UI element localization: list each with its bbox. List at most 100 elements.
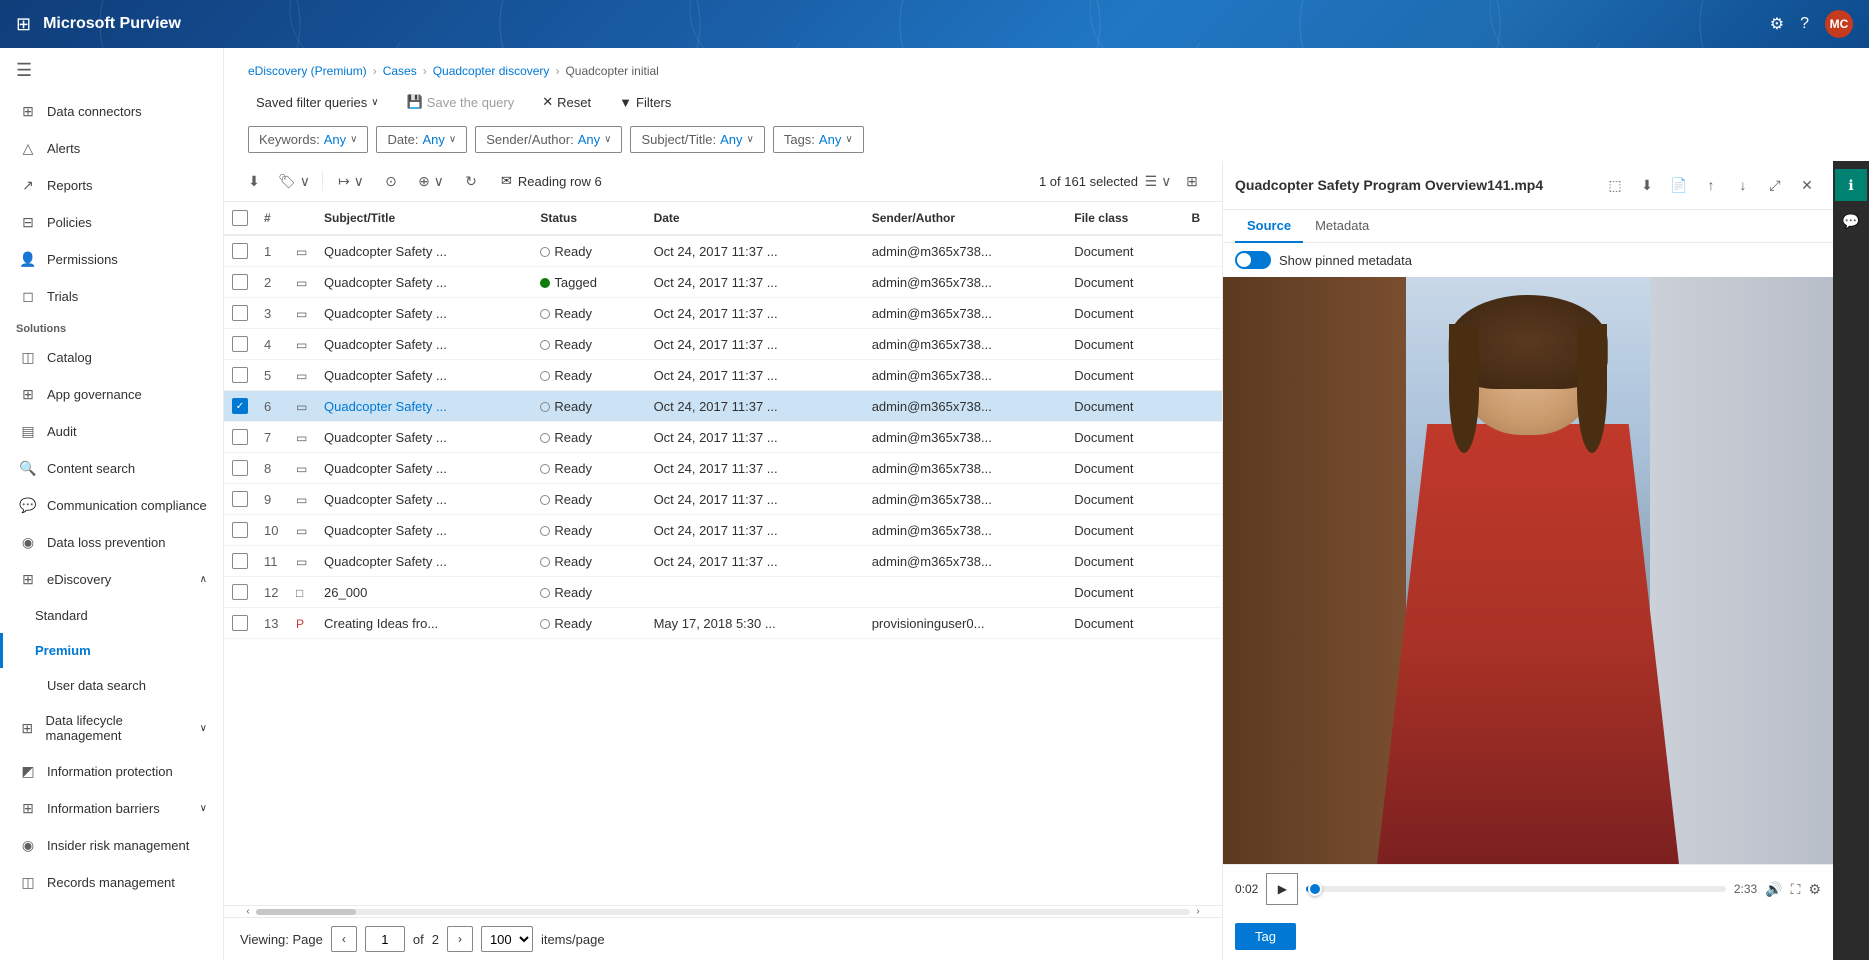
date-col-header[interactable]: Date: [646, 202, 864, 235]
row-title[interactable]: Quadcopter Safety ...: [316, 391, 532, 422]
row-title[interactable]: Quadcopter Safety ...: [316, 329, 532, 360]
tag-action-icon[interactable]: 🏷 ∨: [276, 167, 312, 195]
row-title[interactable]: 26_000: [316, 577, 532, 608]
settings-icon[interactable]: ⚙: [1770, 14, 1784, 34]
detail-down-icon[interactable]: ↓: [1729, 171, 1757, 199]
sidebar-item-reports[interactable]: ↗ Reports: [0, 167, 223, 204]
columns-icon[interactable]: ⊞: [1178, 167, 1206, 195]
row-checkbox[interactable]: [232, 367, 248, 383]
refresh-icon[interactable]: ↻: [457, 167, 485, 195]
sidebar-item-user-data-search[interactable]: User data search: [0, 668, 223, 703]
volume-icon[interactable]: 🔊: [1765, 881, 1782, 898]
row-title[interactable]: Quadcopter Safety ...: [316, 235, 532, 267]
save-query-button[interactable]: 💾 Save the query: [399, 90, 523, 114]
progress-thumb[interactable]: [1308, 882, 1322, 896]
strip-icon-2[interactable]: 💬: [1835, 205, 1867, 237]
sidebar-item-information-protection[interactable]: ◩ Information protection: [0, 753, 223, 790]
subject-filter[interactable]: Subject/Title: Any ∨: [630, 126, 764, 153]
sidebar-item-premium[interactable]: Premium: [0, 633, 223, 668]
review-icon[interactable]: ⊙: [377, 167, 405, 195]
saved-filter-queries-button[interactable]: Saved filter queries ∨: [248, 91, 387, 114]
move-icon[interactable]: ↦ ∨: [333, 167, 369, 195]
strip-icon-1[interactable]: ℹ: [1835, 169, 1867, 201]
select-all-header[interactable]: [224, 202, 256, 235]
detail-download-icon[interactable]: ⬇: [1633, 171, 1661, 199]
sidebar-item-communication-compliance[interactable]: 💬 Communication compliance: [0, 487, 223, 524]
row-checkbox[interactable]: [232, 429, 248, 445]
horizontal-scrollbar[interactable]: ‹ ›: [224, 905, 1222, 917]
view-toggle-icon[interactable]: ☰ ∨: [1144, 167, 1172, 195]
table-row[interactable]: 12□26_000ReadyDocument: [224, 577, 1222, 608]
waffle-menu[interactable]: ⊞: [16, 14, 31, 35]
progress-track[interactable]: [1306, 886, 1725, 892]
num-col-header[interactable]: #: [256, 202, 288, 235]
sidebar-item-audit[interactable]: ▤ Audit: [0, 413, 223, 450]
sender-col-header[interactable]: Sender/Author: [864, 202, 1067, 235]
row-title[interactable]: Quadcopter Safety ...: [316, 267, 532, 298]
sidebar-item-policies[interactable]: ⊟ Policies: [0, 204, 223, 241]
detail-close-icon[interactable]: ✕: [1793, 171, 1821, 199]
row-checkbox[interactable]: [232, 615, 248, 631]
table-row[interactable]: 2▭Quadcopter Safety ...TaggedOct 24, 201…: [224, 267, 1222, 298]
table-row[interactable]: 4▭Quadcopter Safety ...ReadyOct 24, 2017…: [224, 329, 1222, 360]
b-col-header[interactable]: B: [1184, 202, 1222, 235]
table-row[interactable]: 3▭Quadcopter Safety ...ReadyOct 24, 2017…: [224, 298, 1222, 329]
row-title[interactable]: Quadcopter Safety ...: [316, 298, 532, 329]
sidebar-item-trials[interactable]: ◻ Trials: [0, 278, 223, 315]
row-checkbox[interactable]: [232, 460, 248, 476]
table-row[interactable]: 8▭Quadcopter Safety ...ReadyOct 24, 2017…: [224, 453, 1222, 484]
sidebar-item-standard[interactable]: Standard: [0, 598, 223, 633]
sidebar-item-catalog[interactable]: ◫ Catalog: [0, 339, 223, 376]
filters-button[interactable]: ▼ Filters: [611, 91, 679, 114]
row-checkbox[interactable]: [232, 584, 248, 600]
row-checkbox[interactable]: ✓: [232, 398, 248, 414]
table-row[interactable]: ✓6▭Quadcopter Safety ...ReadyOct 24, 201…: [224, 391, 1222, 422]
row-checkbox[interactable]: [232, 305, 248, 321]
table-row[interactable]: 5▭Quadcopter Safety ...ReadyOct 24, 2017…: [224, 360, 1222, 391]
row-title[interactable]: Quadcopter Safety ...: [316, 422, 532, 453]
next-page-button[interactable]: ›: [447, 926, 473, 952]
detail-expand-icon[interactable]: ⤢: [1761, 171, 1789, 199]
tags-filter[interactable]: Tags: Any ∨: [773, 126, 864, 153]
subject-title-col-header[interactable]: Subject/Title: [316, 202, 532, 235]
table-row[interactable]: 9▭Quadcopter Safety ...ReadyOct 24, 2017…: [224, 484, 1222, 515]
fullscreen-icon[interactable]: ⛶: [1791, 881, 1801, 898]
table-row[interactable]: 10▭Quadcopter Safety ...ReadyOct 24, 201…: [224, 515, 1222, 546]
sidebar-item-records-management[interactable]: ◫ Records management: [0, 864, 223, 901]
table-row[interactable]: 13PCreating Ideas fro...ReadyMay 17, 201…: [224, 608, 1222, 639]
row-checkbox[interactable]: [232, 336, 248, 352]
row-title[interactable]: Quadcopter Safety ...: [316, 484, 532, 515]
tab-metadata[interactable]: Metadata: [1303, 210, 1381, 243]
show-pinned-toggle[interactable]: [1235, 251, 1271, 269]
sidebar-item-insider-risk[interactable]: ◉ Insider risk management: [0, 827, 223, 864]
breadcrumb-cases[interactable]: Cases: [383, 64, 417, 78]
sidebar-item-app-governance[interactable]: ⊞ App governance: [0, 376, 223, 413]
sender-filter[interactable]: Sender/Author: Any ∨: [475, 126, 622, 153]
row-title[interactable]: Creating Ideas fro...: [316, 608, 532, 639]
select-all-checkbox[interactable]: [232, 210, 248, 226]
sidebar-item-information-barriers[interactable]: ⊞ Information barriers ∨: [0, 790, 223, 827]
sidebar-item-ediscovery[interactable]: ⊞ eDiscovery ∧: [0, 561, 223, 598]
items-per-page-select[interactable]: 100 50 25: [481, 926, 533, 952]
table-row[interactable]: 1▭Quadcopter Safety ...ReadyOct 24, 2017…: [224, 235, 1222, 267]
sidebar-item-alerts[interactable]: △ Alerts: [0, 130, 223, 167]
row-checkbox[interactable]: [232, 553, 248, 569]
row-title[interactable]: Quadcopter Safety ...: [316, 360, 532, 391]
prev-page-button[interactable]: ‹: [331, 926, 357, 952]
row-title[interactable]: Quadcopter Safety ...: [316, 515, 532, 546]
row-checkbox[interactable]: [232, 243, 248, 259]
detail-up-icon[interactable]: ↑: [1697, 171, 1725, 199]
tab-source[interactable]: Source: [1235, 210, 1303, 243]
detail-file-icon[interactable]: 📄: [1665, 171, 1693, 199]
help-icon[interactable]: ?: [1800, 15, 1809, 33]
scroll-thumb[interactable]: [256, 909, 356, 915]
scroll-track[interactable]: [256, 909, 1190, 915]
status-col-header[interactable]: Status: [532, 202, 645, 235]
row-title[interactable]: Quadcopter Safety ...: [316, 546, 532, 577]
reset-button[interactable]: ✕ Reset: [534, 90, 599, 114]
table-row[interactable]: 7▭Quadcopter Safety ...ReadyOct 24, 2017…: [224, 422, 1222, 453]
file-class-col-header[interactable]: File class: [1066, 202, 1183, 235]
sidebar-item-data-lifecycle[interactable]: ⊞ Data lifecycle management ∨: [0, 703, 223, 753]
sidebar-hamburger[interactable]: ☰: [0, 48, 223, 93]
play-button[interactable]: ▶: [1266, 873, 1298, 905]
